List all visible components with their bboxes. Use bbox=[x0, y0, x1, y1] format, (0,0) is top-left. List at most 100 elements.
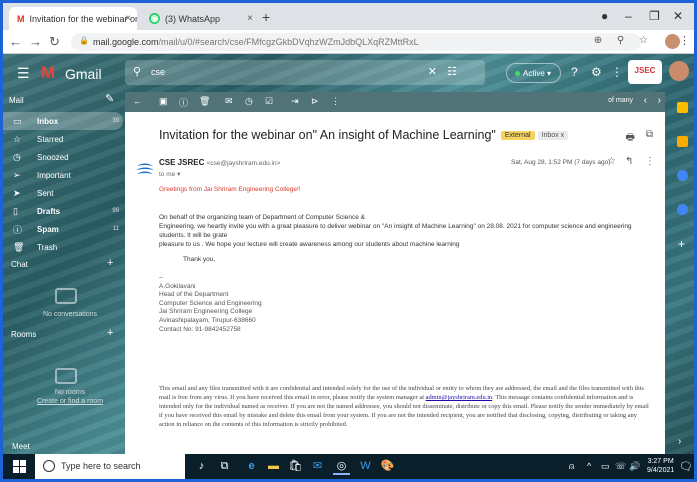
keep-icon[interactable] bbox=[677, 136, 688, 147]
admin-email-link[interactable]: admin@jayshriram.edu.in bbox=[426, 394, 493, 401]
profile-menu-icon[interactable]: ● bbox=[601, 9, 608, 23]
recipient-details-icon[interactable]: ▾ bbox=[177, 171, 180, 178]
inbox-icon: ▭ bbox=[13, 115, 22, 126]
search-icon[interactable]: ⚲ bbox=[133, 65, 141, 78]
account-avatar[interactable] bbox=[669, 61, 689, 81]
taskbar-search[interactable]: Type here to search bbox=[35, 454, 185, 479]
delete-icon[interactable]: 🗑 bbox=[199, 96, 210, 107]
rooms-section-title[interactable]: Rooms bbox=[11, 330, 36, 339]
newer-icon[interactable]: ‹ bbox=[644, 95, 647, 106]
create-room-link[interactable]: Create or find a room bbox=[25, 397, 115, 406]
people-icon[interactable]: ⍝ bbox=[569, 461, 574, 472]
report-spam-icon[interactable]: ⓘ bbox=[179, 96, 188, 109]
compose-icon[interactable]: ✎ bbox=[105, 92, 114, 105]
sidebar-item-trash[interactable]: 🗑 Trash bbox=[3, 238, 123, 256]
mail-app-icon[interactable]: ✉ bbox=[309, 458, 326, 475]
new-chat-icon[interactable]: + bbox=[107, 257, 113, 269]
search-bar[interactable]: ⚲ cse ✕ ☷ bbox=[125, 60, 485, 85]
contacts-icon[interactable] bbox=[677, 204, 688, 215]
back-icon[interactable]: ← bbox=[9, 34, 22, 49]
calendar-icon[interactable] bbox=[677, 102, 688, 113]
url-field[interactable]: 🔒 mail.google.com/mail/u/0/#search/cse/F… bbox=[71, 33, 641, 51]
close-tab-icon[interactable]: × bbox=[247, 13, 253, 24]
browser-menu-icon[interactable]: ⋮ bbox=[679, 34, 690, 47]
clear-search-icon[interactable]: ✕ bbox=[428, 65, 437, 78]
help-icon[interactable]: ? bbox=[571, 65, 578, 79]
sidebar-item-spam[interactable]: ⓘ Spam 11 bbox=[3, 220, 123, 238]
browser-profile-avatar[interactable] bbox=[665, 34, 680, 49]
task-view-icon[interactable]: ⧉ bbox=[216, 458, 233, 475]
store-icon[interactable]: 🛍 bbox=[287, 458, 304, 475]
address-bar-icons[interactable]: ⊕ ⚲ ☆ bbox=[594, 35, 654, 46]
sidebar-item-label: Inbox bbox=[37, 116, 59, 126]
sidebar-item-drafts[interactable]: ▯ Drafts 99 bbox=[3, 202, 123, 220]
windows-start-icon[interactable] bbox=[13, 460, 26, 473]
battery-icon[interactable]: ▭ bbox=[601, 461, 610, 472]
message-more-icon[interactable]: ⋮ bbox=[645, 156, 655, 167]
org-logo-text: JSEC bbox=[634, 66, 656, 75]
inbox-label-chip[interactable]: Inbox x bbox=[537, 131, 569, 141]
print-icon[interactable]: 🖶 bbox=[626, 130, 635, 147]
star-icon[interactable]: ☆ bbox=[607, 156, 616, 167]
recipient-line[interactable]: to me ▾ bbox=[159, 170, 180, 178]
word-icon[interactable]: W bbox=[357, 458, 374, 475]
meet-section-title[interactable]: Meet bbox=[12, 442, 30, 451]
paint-icon[interactable]: 🎨 bbox=[379, 458, 396, 475]
minimize-button[interactable]: – bbox=[625, 9, 632, 23]
notifications-icon[interactable]: 🗨 bbox=[679, 460, 693, 473]
close-window-button[interactable]: ✕ bbox=[673, 9, 683, 23]
mark-unread-icon[interactable]: ✉ bbox=[225, 96, 233, 107]
org-logo[interactable]: JSEC bbox=[628, 60, 662, 84]
forward-icon[interactable]: → bbox=[29, 34, 42, 49]
close-tab-icon[interactable]: × bbox=[125, 13, 131, 24]
get-addons-icon[interactable]: + bbox=[678, 237, 685, 251]
search-options-icon[interactable]: ☷ bbox=[447, 65, 457, 78]
taskbar-clock[interactable]: 3:27 PM 9/4/2021 bbox=[647, 457, 674, 475]
move-to-icon[interactable]: ⇥ bbox=[291, 96, 299, 107]
add-task-icon[interactable]: ☑ bbox=[265, 96, 273, 107]
hide-side-panel-icon[interactable]: › bbox=[678, 436, 681, 447]
tab-whatsapp-label: (3) WhatsApp bbox=[165, 13, 221, 24]
gmail-logo-icon[interactable]: M bbox=[41, 63, 55, 83]
network-icon[interactable]: ☏ bbox=[615, 461, 626, 472]
reload-icon[interactable]: ↻ bbox=[49, 34, 60, 50]
windows-taskbar: Type here to search ♪ ⧉ e ▬ 🛍 ✉ ◎ W 🎨 ⍝ … bbox=[3, 454, 694, 479]
file-explorer-icon[interactable]: ▬ bbox=[265, 458, 282, 475]
snooze-icon[interactable]: ◷ bbox=[245, 96, 253, 107]
new-room-icon[interactable]: + bbox=[107, 327, 113, 339]
reply-icon[interactable]: ↰ bbox=[625, 156, 633, 167]
older-icon[interactable]: › bbox=[658, 95, 661, 106]
chat-section-title[interactable]: Chat bbox=[11, 260, 28, 269]
search-input[interactable]: cse bbox=[151, 67, 165, 77]
sidebar-item-snoozed[interactable]: ◷ Snoozed bbox=[3, 148, 123, 166]
sidebar-item-inbox[interactable]: ▭ Inbox 39 bbox=[3, 112, 123, 130]
show-hidden-icons[interactable]: ^ bbox=[587, 461, 591, 471]
more-options-icon[interactable]: ⋮ bbox=[331, 96, 340, 107]
gear-icon[interactable]: ⚙ bbox=[591, 65, 602, 79]
sidebar-item-starred[interactable]: ☆ Starred bbox=[3, 130, 123, 148]
microphone-icon[interactable]: ♪ bbox=[193, 458, 210, 475]
taskbar-search-placeholder: Type here to search bbox=[61, 461, 141, 471]
status-dot-icon bbox=[515, 71, 520, 76]
maximize-button[interactable]: ❐ bbox=[649, 9, 660, 23]
status-active-button[interactable]: Active ▾ bbox=[506, 63, 561, 83]
sidebar-item-sent[interactable]: ➤ Sent bbox=[3, 184, 123, 202]
tasks-icon[interactable] bbox=[677, 170, 688, 181]
archive-icon[interactable]: ▣ bbox=[159, 96, 168, 107]
main-menu-icon[interactable]: ☰ bbox=[17, 65, 30, 82]
chrome-icon[interactable]: ◎ bbox=[333, 458, 350, 475]
sidebar-item-important[interactable]: ➢ Important bbox=[3, 166, 123, 184]
pager-text: of many bbox=[608, 97, 633, 104]
edge-icon[interactable]: e bbox=[243, 458, 260, 475]
new-tab-button[interactable]: + bbox=[262, 9, 270, 25]
sig-contact: Contact No: 91-9842452758 bbox=[159, 325, 241, 333]
tab-gmail[interactable]: M Invitation for the webinar on" An × bbox=[9, 7, 137, 30]
volume-icon[interactable]: 🔊 bbox=[629, 461, 640, 472]
gmail-logo-text[interactable]: Gmail bbox=[65, 66, 102, 82]
open-new-window-icon[interactable]: ⧉ bbox=[646, 129, 653, 140]
tab-whatsapp[interactable]: ◉ (3) WhatsApp × bbox=[141, 7, 259, 30]
back-to-list-icon[interactable]: ← bbox=[133, 96, 142, 106]
label-icon[interactable]: ⊳ bbox=[311, 96, 319, 107]
side-panel: + › bbox=[671, 92, 694, 454]
sidebar-item-label: Important bbox=[37, 170, 71, 180]
